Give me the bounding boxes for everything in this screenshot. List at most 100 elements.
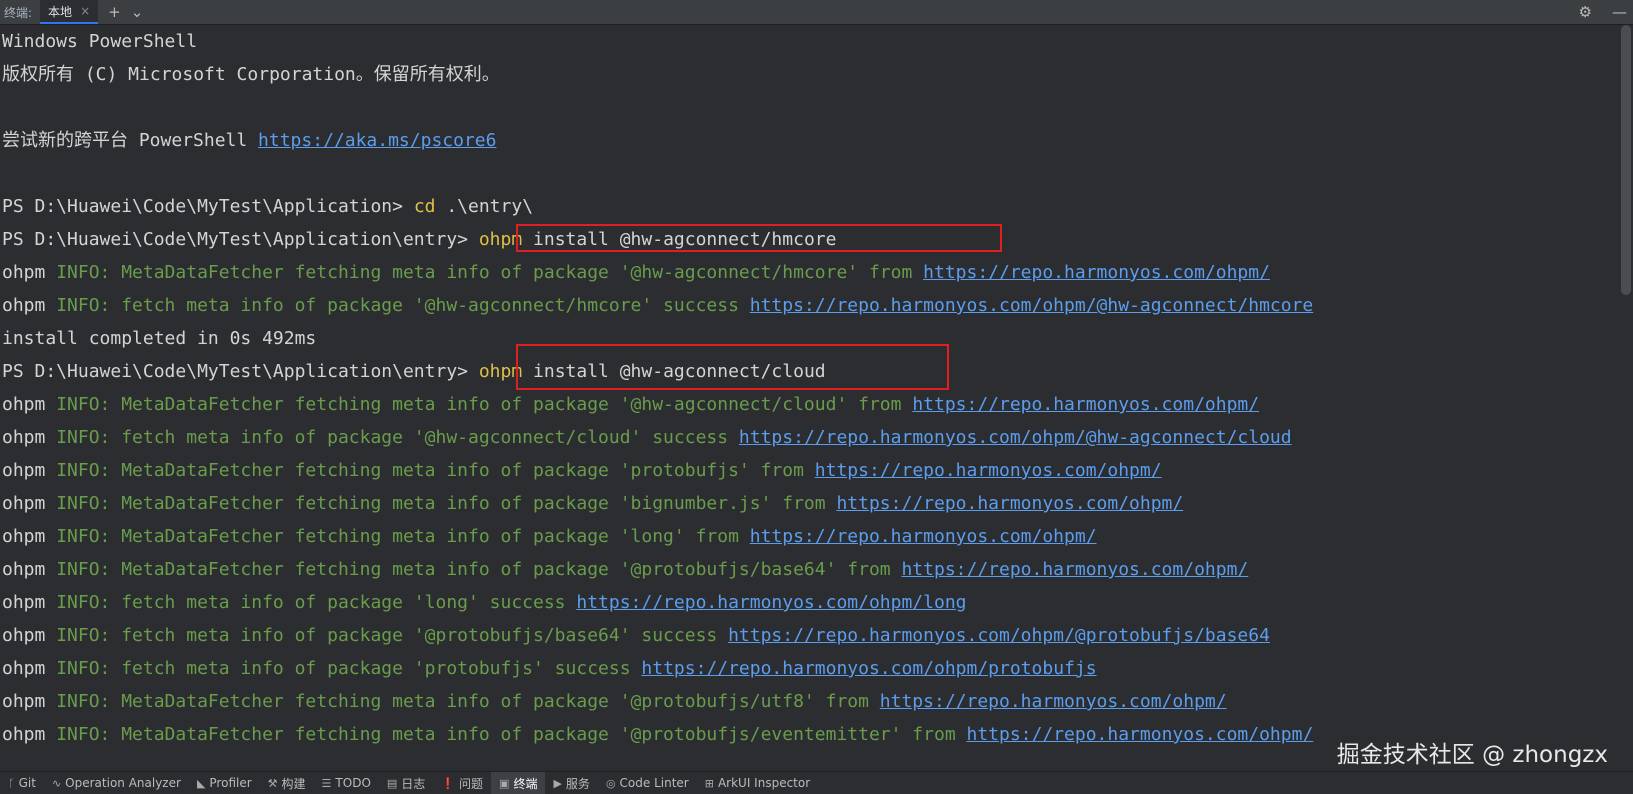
terminal-text: ohpm (2, 295, 57, 316)
tool-window-icon: ᚴ (8, 776, 15, 790)
terminal-text: INFO: MetaDataFetcher fetching meta info… (56, 262, 924, 283)
terminal-line: ohpm INFO: fetch meta info of package '@… (0, 289, 1620, 322)
tool-window-icon: ▤ (386, 776, 398, 790)
tool-window-icon: ∿ (51, 776, 62, 790)
tool-window-button[interactable]: ▶ 服务 (545, 772, 597, 794)
tool-window-button[interactable]: ▣ 终端 (491, 772, 546, 794)
terminal-text: INFO: fetch meta info of package 'protob… (56, 658, 642, 679)
terminal-text: INFO: fetch meta info of package '@hw-ag… (56, 427, 739, 448)
tool-window-button[interactable]: ◎ Code Linter (598, 772, 697, 794)
terminal-text: cd (413, 196, 436, 217)
terminal-link[interactable]: https://repo.harmonyos.com/ohpm/@hw-agco… (750, 295, 1314, 316)
terminal-text: INFO: MetaDataFetcher fetching meta info… (56, 691, 880, 712)
tool-window-button[interactable]: ❗ 问题 (433, 772, 491, 794)
terminal-text: INFO: MetaDataFetcher fetching meta info… (56, 460, 815, 481)
terminal-line: ohpm INFO: MetaDataFetcher fetching meta… (0, 520, 1620, 553)
terminal-text: install completed in 0s 492ms (2, 328, 317, 349)
minimize-icon[interactable]: — (1612, 3, 1627, 21)
terminal-text: .\entry\ (435, 196, 534, 217)
terminal-link[interactable]: https://aka.ms/pscore6 (258, 130, 496, 151)
terminal-link[interactable]: https://repo.harmonyos.com/ohpm/protobuf… (641, 658, 1096, 679)
tool-window-label: 服务 (565, 776, 590, 791)
terminal-line: 尝试新的跨平台 PowerShell https://aka.ms/pscore… (0, 124, 1620, 157)
tab-local-label: 本地 (48, 4, 73, 19)
gear-icon[interactable]: ⚙ (1579, 3, 1592, 21)
terminal-text: PS D:\Huawei\Code\MyTest\Application\ent… (2, 229, 479, 250)
terminal-link[interactable]: https://repo.harmonyos.com/ohpm/@hw-agco… (739, 427, 1292, 448)
tool-window-icon: ⊞ (704, 776, 714, 790)
terminal-link[interactable]: https://repo.harmonyos.com/ohpm/ (901, 559, 1248, 580)
terminal-line: ohpm INFO: MetaDataFetcher fetching meta… (0, 256, 1620, 289)
terminal-text: ohpm (2, 625, 57, 646)
terminal-text: ohpm (2, 262, 57, 283)
tool-window-label: ArkUI Inspector (717, 776, 811, 790)
tool-window-bar: ᚴ Git ∿ Operation Analyzer ◣ Profiler ⚒ 构建 ☰ TODO… (0, 771, 1633, 794)
terminal-text: INFO: fetch meta info of package '@hw-ag… (56, 295, 750, 316)
highlight-box-cloud (516, 344, 949, 390)
tool-window-icon: ▣ (499, 776, 510, 790)
tool-window-icon: ▶ (553, 776, 562, 790)
terminal-link[interactable]: https://repo.harmonyos.com/ohpm/long (576, 592, 966, 613)
tool-window-button[interactable]: ▤ 日志 (379, 772, 433, 794)
terminal-link[interactable]: https://repo.harmonyos.com/ohpm/ (912, 394, 1259, 415)
tool-window-label: Profiler (209, 776, 252, 790)
terminal-text: INFO: fetch meta info of package 'long' … (56, 592, 577, 613)
terminal-text: 尝试新的跨平台 PowerShell (2, 130, 259, 151)
terminal-text: INFO: MetaDataFetcher fetching meta info… (56, 493, 837, 514)
tool-window-icon: ◎ (605, 776, 616, 790)
tab-local[interactable]: 本地 × (40, 0, 99, 24)
terminal-link[interactable]: https://repo.harmonyos.com/ohpm/@protobu… (728, 625, 1270, 646)
chevron-down-icon[interactable]: ⌄ (131, 3, 144, 21)
tool-window-label: 日志 (401, 776, 426, 791)
terminal-text: PS D:\Huawei\Code\MyTest\Application> (2, 196, 414, 217)
terminal-text: INFO: MetaDataFetcher fetching meta info… (56, 724, 967, 745)
tool-window-label: 终端 (513, 776, 538, 791)
terminal-scrollbar[interactable] (1621, 25, 1631, 295)
terminal-output[interactable]: Windows PowerShell 版权所有 (C) Microsoft Cor… (0, 25, 1620, 772)
terminal-text: Windows PowerShell (2, 31, 198, 52)
terminal-link[interactable]: https://repo.harmonyos.com/ohpm/ (967, 724, 1314, 745)
terminal-line: ohpm INFO: MetaDataFetcher fetching meta… (0, 685, 1620, 718)
tool-window-label: 问题 (459, 776, 484, 791)
tool-window-icon: ☰ (321, 776, 332, 790)
terminal-link[interactable]: https://repo.harmonyos.com/ohpm/ (815, 460, 1162, 481)
terminal-text: ohpm (2, 526, 57, 547)
tool-window-label: TODO (335, 776, 371, 790)
terminal-text: 版权所有 (C) Microsoft Corporation。保留所有权利。 (2, 64, 500, 85)
tool-window-button[interactable]: ☰ TODO (314, 772, 379, 794)
tool-window-button[interactable]: ∿ Operation Analyzer (44, 772, 189, 794)
tool-window-label: Git (18, 776, 36, 790)
terminal-text: ohpm (2, 460, 57, 481)
terminal-line: ohpm INFO: fetch meta info of package '@… (0, 619, 1620, 652)
terminal-line: Windows PowerShell (0, 25, 1620, 58)
tool-window-label: Code Linter (619, 776, 689, 790)
terminal-link[interactable]: https://repo.harmonyos.com/ohpm/ (923, 262, 1270, 283)
terminal-link[interactable]: https://repo.harmonyos.com/ohpm/ (750, 526, 1097, 547)
terminal-text: INFO: MetaDataFetcher fetching meta info… (56, 559, 902, 580)
tool-window-button[interactable]: ⊞ ArkUI Inspector (697, 772, 818, 794)
terminal-text: ohpm (2, 394, 57, 415)
terminal-text: INFO: fetch meta info of package '@proto… (56, 625, 729, 646)
terminal-line: ohpm INFO: fetch meta info of package 'l… (0, 586, 1620, 619)
tool-window-icon: ❗ (441, 776, 456, 790)
close-icon[interactable]: × (80, 4, 90, 18)
terminal-text: ohpm (2, 559, 57, 580)
terminal-text: INFO: MetaDataFetcher fetching meta info… (56, 526, 750, 547)
terminal-text: ohpm (2, 427, 57, 448)
tool-window-button[interactable]: ⚒ 构建 (260, 772, 314, 794)
tool-window-button[interactable]: ᚴ Git (0, 772, 44, 794)
add-tab-icon[interactable]: + (108, 3, 121, 21)
terminal-text: ohpm (2, 592, 57, 613)
terminal-line: 版权所有 (C) Microsoft Corporation。保留所有权利。 (0, 58, 1620, 91)
tool-window-label: Operation Analyzer (65, 776, 181, 790)
terminal-link[interactable]: https://repo.harmonyos.com/ohpm/ (880, 691, 1227, 712)
terminal-text: ohpm (2, 493, 57, 514)
tool-window-button[interactable]: ◣ Profiler (189, 772, 260, 794)
tool-window-icon: ⚒ (267, 776, 278, 790)
terminal-text: ohpm (2, 724, 57, 745)
terminal-text: ohpm (2, 658, 57, 679)
terminal-link[interactable]: https://repo.harmonyos.com/ohpm/ (836, 493, 1183, 514)
terminal-text: ohpm (2, 691, 57, 712)
terminal-text: PS D:\Huawei\Code\MyTest\Application\ent… (2, 361, 479, 382)
